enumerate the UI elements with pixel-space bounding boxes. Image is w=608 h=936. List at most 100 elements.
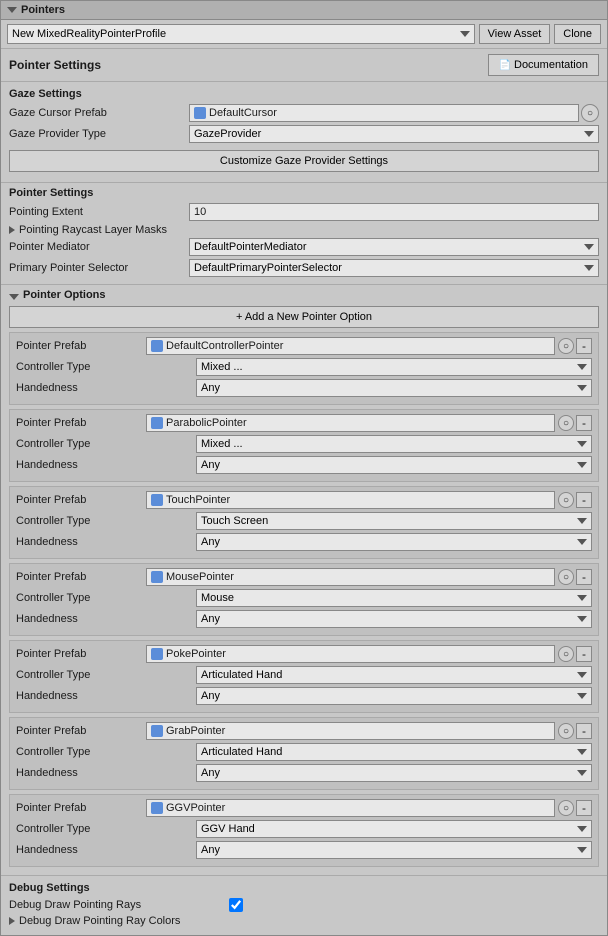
handedness-dropdown-4[interactable]: Any	[196, 687, 592, 705]
prefab-minus-btn-0[interactable]: -	[576, 338, 592, 354]
primary-pointer-selector-row: Primary Pointer Selector DefaultPrimaryP…	[9, 259, 599, 277]
handedness-dropdown-2[interactable]: Any	[196, 533, 592, 551]
handedness-label-1: Handedness	[16, 459, 196, 471]
pointing-extent-row: Pointing Extent 10	[9, 203, 599, 221]
prefab-icon-2	[151, 494, 163, 506]
controller-type-label-3: Controller Type	[16, 592, 196, 604]
primary-pointer-selector-dropdown[interactable]: DefaultPrimaryPointerSelector	[189, 259, 599, 277]
handedness-label-3: Handedness	[16, 613, 196, 625]
pointer-options-collapse-icon[interactable]	[9, 294, 19, 300]
prefab-value-5: GrabPointer	[146, 722, 555, 740]
prefab-label-3: Pointer Prefab	[16, 571, 146, 583]
prefab-value-4: PokePointer	[146, 645, 555, 663]
gaze-cursor-prefab-label: Gaze Cursor Prefab	[9, 107, 189, 119]
pointing-extent-label: Pointing Extent	[9, 206, 189, 218]
documentation-button[interactable]: 📄 Documentation	[488, 54, 599, 76]
view-asset-button[interactable]: View Asset	[479, 24, 551, 44]
gaze-provider-type-dropdown[interactable]: GazeProvider	[189, 125, 599, 143]
prefab-icon-4	[151, 648, 163, 660]
prefab-minus-btn-1[interactable]: -	[576, 415, 592, 431]
raycast-collapse-icon[interactable]	[9, 226, 15, 234]
controller-type-row-1: Controller Type Mixed ...	[16, 435, 592, 453]
prefab-row-0: Pointer Prefab DefaultControllerPointer …	[16, 337, 592, 355]
prefab-row-4: Pointer Prefab PokePointer ○ -	[16, 645, 592, 663]
handedness-label-6: Handedness	[16, 844, 196, 856]
prefab-circle-btn-1[interactable]: ○	[558, 415, 574, 431]
prefab-row-3: Pointer Prefab MousePointer ○ -	[16, 568, 592, 586]
pointers-panel: Pointers New MixedRealityPointerProfile …	[0, 0, 608, 936]
prefab-circle-btn-4[interactable]: ○	[558, 646, 574, 662]
handedness-row-5: Handedness Any	[16, 764, 592, 782]
primary-pointer-selector-label: Primary Pointer Selector	[9, 262, 189, 274]
prefab-row-5: Pointer Prefab GrabPointer ○ -	[16, 722, 592, 740]
customize-gaze-btn[interactable]: Customize Gaze Provider Settings	[9, 150, 599, 172]
controller-type-label-5: Controller Type	[16, 746, 196, 758]
controller-type-row-4: Controller Type Articulated Hand	[16, 666, 592, 684]
handedness-dropdown-1[interactable]: Any	[196, 456, 592, 474]
pointer-option-block-4: Pointer Prefab PokePointer ○ - Controlle…	[9, 640, 599, 713]
prefab-minus-btn-5[interactable]: -	[576, 723, 592, 739]
controller-type-label-6: Controller Type	[16, 823, 196, 835]
controller-type-dropdown-0[interactable]: Mixed ...	[196, 358, 592, 376]
debug-draw-pointing-rays-checkbox[interactable]	[229, 898, 243, 912]
prefab-label-0: Pointer Prefab	[16, 340, 146, 352]
prefab-minus-btn-6[interactable]: -	[576, 800, 592, 816]
controller-type-dropdown-4[interactable]: Articulated Hand	[196, 666, 592, 684]
prefab-circle-btn-2[interactable]: ○	[558, 492, 574, 508]
controller-type-dropdown-6[interactable]: GGV Hand	[196, 820, 592, 838]
prefab-value-3: MousePointer	[146, 568, 555, 586]
profile-dropdown[interactable]: New MixedRealityPointerProfile	[7, 24, 475, 44]
controller-type-row-6: Controller Type GGV Hand	[16, 820, 592, 838]
prefab-label-4: Pointer Prefab	[16, 648, 146, 660]
prefab-row-1: Pointer Prefab ParabolicPointer ○ -	[16, 414, 592, 432]
pointer-option-block-1: Pointer Prefab ParabolicPointer ○ - Cont…	[9, 409, 599, 482]
controller-type-dropdown-2[interactable]: Touch Screen	[196, 512, 592, 530]
prefab-circle-btn-5[interactable]: ○	[558, 723, 574, 739]
handedness-label-5: Handedness	[16, 767, 196, 779]
pointer-options-header-row: Pointer Options	[9, 289, 599, 304]
prefab-circle-btn-0[interactable]: ○	[558, 338, 574, 354]
add-pointer-option-btn[interactable]: + Add a New Pointer Option	[9, 306, 599, 328]
pointer-mediator-label: Pointer Mediator	[9, 241, 189, 253]
prefab-icon-1	[151, 417, 163, 429]
controller-type-row-0: Controller Type Mixed ...	[16, 358, 592, 376]
controller-type-dropdown-3[interactable]: Mouse	[196, 589, 592, 607]
handedness-dropdown-5[interactable]: Any	[196, 764, 592, 782]
handedness-label-4: Handedness	[16, 690, 196, 702]
controller-type-label-1: Controller Type	[16, 438, 196, 450]
prefab-label-2: Pointer Prefab	[16, 494, 146, 506]
prefab-circle-btn-6[interactable]: ○	[558, 800, 574, 816]
handedness-label-2: Handedness	[16, 536, 196, 548]
pointer-option-block-3: Pointer Prefab MousePointer ○ - Controll…	[9, 563, 599, 636]
pointer-settings-section: Pointer Settings Pointing Extent 10 Poin…	[1, 183, 607, 285]
pointer-option-block-6: Pointer Prefab GGVPointer ○ - Controller…	[9, 794, 599, 867]
handedness-dropdown-6[interactable]: Any	[196, 841, 592, 859]
prefab-circle-btn-3[interactable]: ○	[558, 569, 574, 585]
gaze-provider-type-label: Gaze Provider Type	[9, 128, 189, 140]
controller-type-row-3: Controller Type Mouse	[16, 589, 592, 607]
pointer-mediator-dropdown[interactable]: DefaultPointerMediator	[189, 238, 599, 256]
debug-draw-pointing-rays-label: Debug Draw Pointing Rays	[9, 899, 229, 911]
controller-type-dropdown-5[interactable]: Articulated Hand	[196, 743, 592, 761]
controller-type-dropdown-1[interactable]: Mixed ...	[196, 435, 592, 453]
controller-type-label-2: Controller Type	[16, 515, 196, 527]
pointer-option-block-5: Pointer Prefab GrabPointer ○ - Controlle…	[9, 717, 599, 790]
doc-icon: 📄	[499, 60, 511, 71]
pointer-settings-label: Pointer Settings	[9, 58, 101, 72]
prefab-icon	[194, 107, 206, 119]
handedness-row-1: Handedness Any	[16, 456, 592, 474]
gaze-cursor-prefab-circle-btn[interactable]: ○	[581, 104, 599, 122]
collapse-triangle-icon[interactable]	[7, 7, 17, 13]
handedness-dropdown-0[interactable]: Any	[196, 379, 592, 397]
handedness-dropdown-3[interactable]: Any	[196, 610, 592, 628]
clone-button[interactable]: Clone	[554, 24, 601, 44]
debug-ray-colors-collapse-icon[interactable]	[9, 917, 15, 925]
debug-draw-pointing-rays-row: Debug Draw Pointing Rays	[9, 898, 599, 912]
gaze-cursor-prefab-value: DefaultCursor	[189, 104, 579, 122]
prefab-minus-btn-4[interactable]: -	[576, 646, 592, 662]
pointing-extent-value: 10	[189, 203, 599, 221]
prefab-minus-btn-3[interactable]: -	[576, 569, 592, 585]
prefab-minus-btn-2[interactable]: -	[576, 492, 592, 508]
pointing-raycast-row: Pointing Raycast Layer Masks	[9, 224, 599, 236]
prefab-label-6: Pointer Prefab	[16, 802, 146, 814]
